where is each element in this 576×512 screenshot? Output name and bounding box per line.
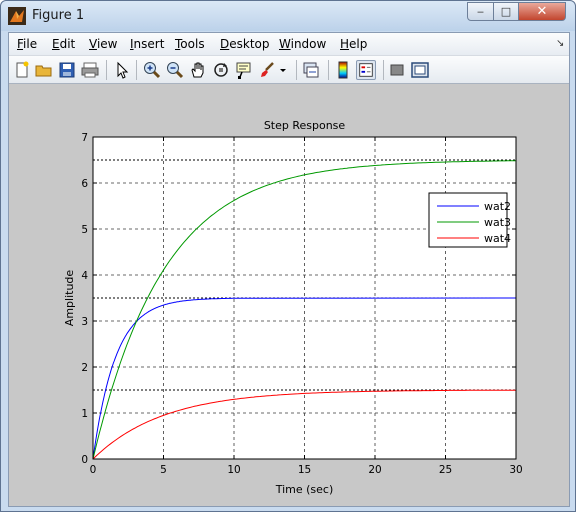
y-tick-label: 6 <box>81 178 88 190</box>
toolbar-separator <box>296 60 297 80</box>
menu-help[interactable]: Help <box>340 37 367 51</box>
link-plot-icon[interactable] <box>301 60 321 80</box>
rotate-3d-icon[interactable] <box>211 60 231 80</box>
toolbar-separator <box>328 60 329 80</box>
brush-icon[interactable] <box>257 60 277 80</box>
legend-label-wat2: wat2 <box>484 200 511 213</box>
y-tick-label: 5 <box>81 224 88 236</box>
edit-plot-arrow-icon[interactable] <box>112 60 132 80</box>
pan-hand-icon[interactable] <box>188 60 208 80</box>
hide-plot-tools-icon[interactable] <box>387 60 407 80</box>
zoom-out-icon[interactable] <box>165 60 185 80</box>
minimize-button[interactable]: ‒ <box>467 2 494 21</box>
figure-client-area: File Edit View Insert Tools Desktop Wind… <box>8 32 570 507</box>
legend-label-wat3: wat3 <box>484 216 511 229</box>
menu-tools[interactable]: Tools <box>175 37 205 51</box>
x-tick-label: 10 <box>227 464 240 476</box>
y-tick-label: 3 <box>81 316 88 328</box>
matlab-logo-icon <box>8 7 26 25</box>
maximize-button[interactable]: □ <box>493 2 519 21</box>
x-axis-label: Time (sec) <box>275 483 334 496</box>
menu-view[interactable]: View <box>89 37 117 51</box>
insert-colorbar-icon[interactable] <box>333 60 353 80</box>
x-tick-label: 30 <box>509 464 522 476</box>
x-tick-label: 15 <box>298 464 311 476</box>
data-cursor-icon[interactable] <box>234 60 254 80</box>
toolbar-separator <box>106 60 107 80</box>
print-icon[interactable] <box>80 60 100 80</box>
menu-insert[interactable]: Insert <box>130 37 164 51</box>
legend-label-wat4: wat4 <box>484 232 511 245</box>
x-tick-label: 25 <box>439 464 452 476</box>
y-tick-label: 1 <box>81 408 88 420</box>
figure-window: Figure 1 ‒ □ ✕ File Edit View Insert Too… <box>0 0 576 512</box>
toolbar-separator <box>136 60 137 80</box>
brush-dropdown-icon[interactable] <box>277 60 289 80</box>
figure-canvas: 0 5 10 15 20 25 30 0 1 2 3 4 5 6 7 Step Response Time … <box>9 85 569 506</box>
menu-window[interactable]: Window <box>279 37 326 51</box>
insert-legend-icon[interactable] <box>356 60 376 80</box>
y-tick-label: 7 <box>81 132 88 144</box>
y-tick-label: 2 <box>81 362 88 374</box>
step-response-plot[interactable]: 0 5 10 15 20 25 30 0 1 2 3 4 5 6 7 Step Response Time … <box>9 85 569 506</box>
y-tick-label: 0 <box>81 454 88 466</box>
y-tick-label: 4 <box>81 270 88 282</box>
menu-desktop[interactable]: Desktop <box>220 37 270 51</box>
legend[interactable]: wat2 wat3 wat4 <box>428 192 511 248</box>
open-file-icon[interactable] <box>34 60 54 80</box>
y-axis-label: Amplitude <box>63 270 76 327</box>
x-tick-label: 5 <box>160 464 167 476</box>
figure-toolbar <box>9 56 569 84</box>
menu-file[interactable]: File <box>17 37 37 51</box>
title-bar[interactable]: Figure 1 ‒ □ ✕ <box>1 1 575 31</box>
chart-title: Step Response <box>264 119 346 132</box>
save-icon[interactable] <box>57 60 77 80</box>
show-plot-tools-icon[interactable] <box>410 60 430 80</box>
close-button[interactable]: ✕ <box>518 2 566 21</box>
zoom-in-icon[interactable] <box>142 60 162 80</box>
menu-bar: File Edit View Insert Tools Desktop Wind… <box>9 33 569 56</box>
new-figure-icon[interactable] <box>12 60 32 80</box>
dock-figure-icon[interactable]: ↘ <box>556 38 564 49</box>
window-title: Figure 1 <box>32 8 85 23</box>
toolbar-separator <box>383 60 384 80</box>
x-tick-label: 0 <box>90 464 97 476</box>
x-tick-label: 20 <box>368 464 381 476</box>
menu-edit[interactable]: Edit <box>52 37 75 51</box>
